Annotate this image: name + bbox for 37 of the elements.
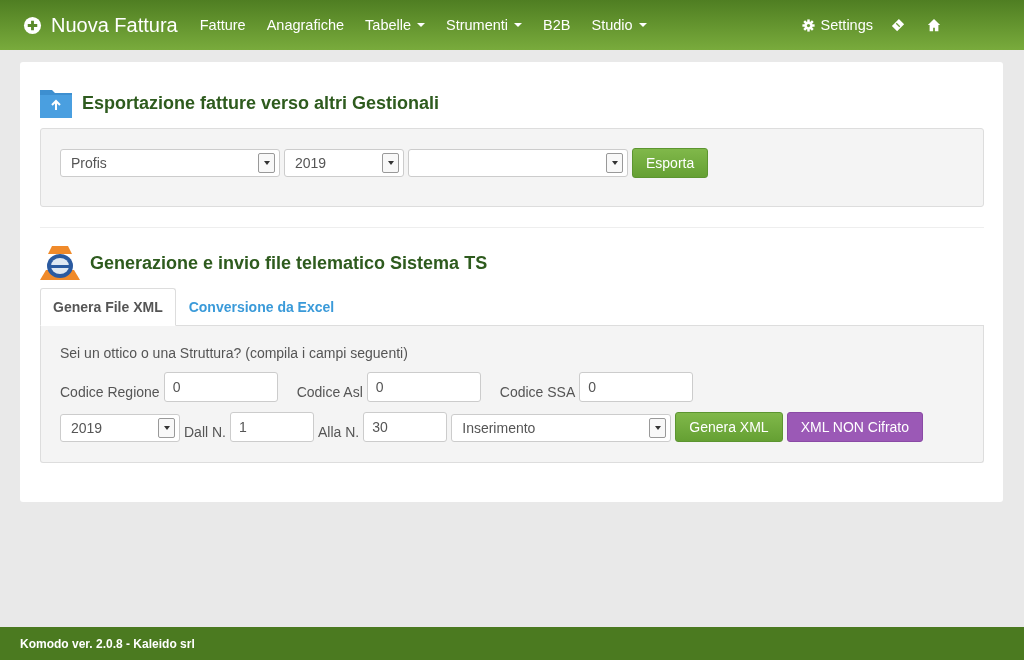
settings-icon [801,18,815,32]
nav-menu-item[interactable]: Anagrafiche [266,17,345,33]
field-label: Alla N. [318,424,360,440]
dropdown-select[interactable]: Profis [60,149,280,177]
tab[interactable]: Conversione da Excel [175,288,348,326]
dropdown-select[interactable]: 2019 [284,149,404,177]
field-label: Codice Asl [296,384,363,400]
nav-menu-item[interactable]: Fatture [199,17,246,33]
year-select[interactable]: 2019 [60,414,180,442]
settings-link[interactable]: Settings [801,17,873,33]
nav-menu-item[interactable]: B2B [543,17,571,33]
nav-menu-item[interactable]: Strumenti [446,17,523,33]
ticket-icon[interactable] [891,18,905,32]
agency-logo-icon [40,246,80,280]
input-field[interactable]: 0 [163,372,278,402]
field-label: Codice SSA [499,384,576,400]
nav-menu-item[interactable]: Tabelle [365,17,425,33]
input-field[interactable]: 1 [230,412,314,442]
section-title: Generazione e invio file telematico Sistema TS [90,252,488,274]
nav-menu-item[interactable]: Studio [591,17,647,33]
tab[interactable]: Genera File XML [40,288,176,326]
footer-text: Komodo ver. 2.0.8 - Kaleido srl [20,636,195,651]
home-icon[interactable] [927,18,941,32]
input-field[interactable]: 0 [366,372,481,402]
hint-text: Sei un ottico o una Struttura? (compila i campi seguenti) [60,345,409,361]
input-field[interactable]: 30 [363,412,448,442]
plus-circle-icon [23,15,42,35]
mode-select[interactable]: Inserimento [451,414,672,442]
action-button[interactable]: Genera XML [675,412,783,442]
export-button[interactable]: Esporta [632,148,709,178]
field-label: Dall N. [184,424,226,440]
input-field[interactable]: 0 [579,372,694,402]
new-invoice-link[interactable]: Nuova Fattura [23,13,178,37]
field-label: Codice Regione [60,384,160,400]
folder-upload-icon [40,88,72,118]
action-button[interactable]: XML NON Cifrato [786,412,923,442]
section-title: Esportazione fatture verso altri Gestionali [82,92,440,114]
